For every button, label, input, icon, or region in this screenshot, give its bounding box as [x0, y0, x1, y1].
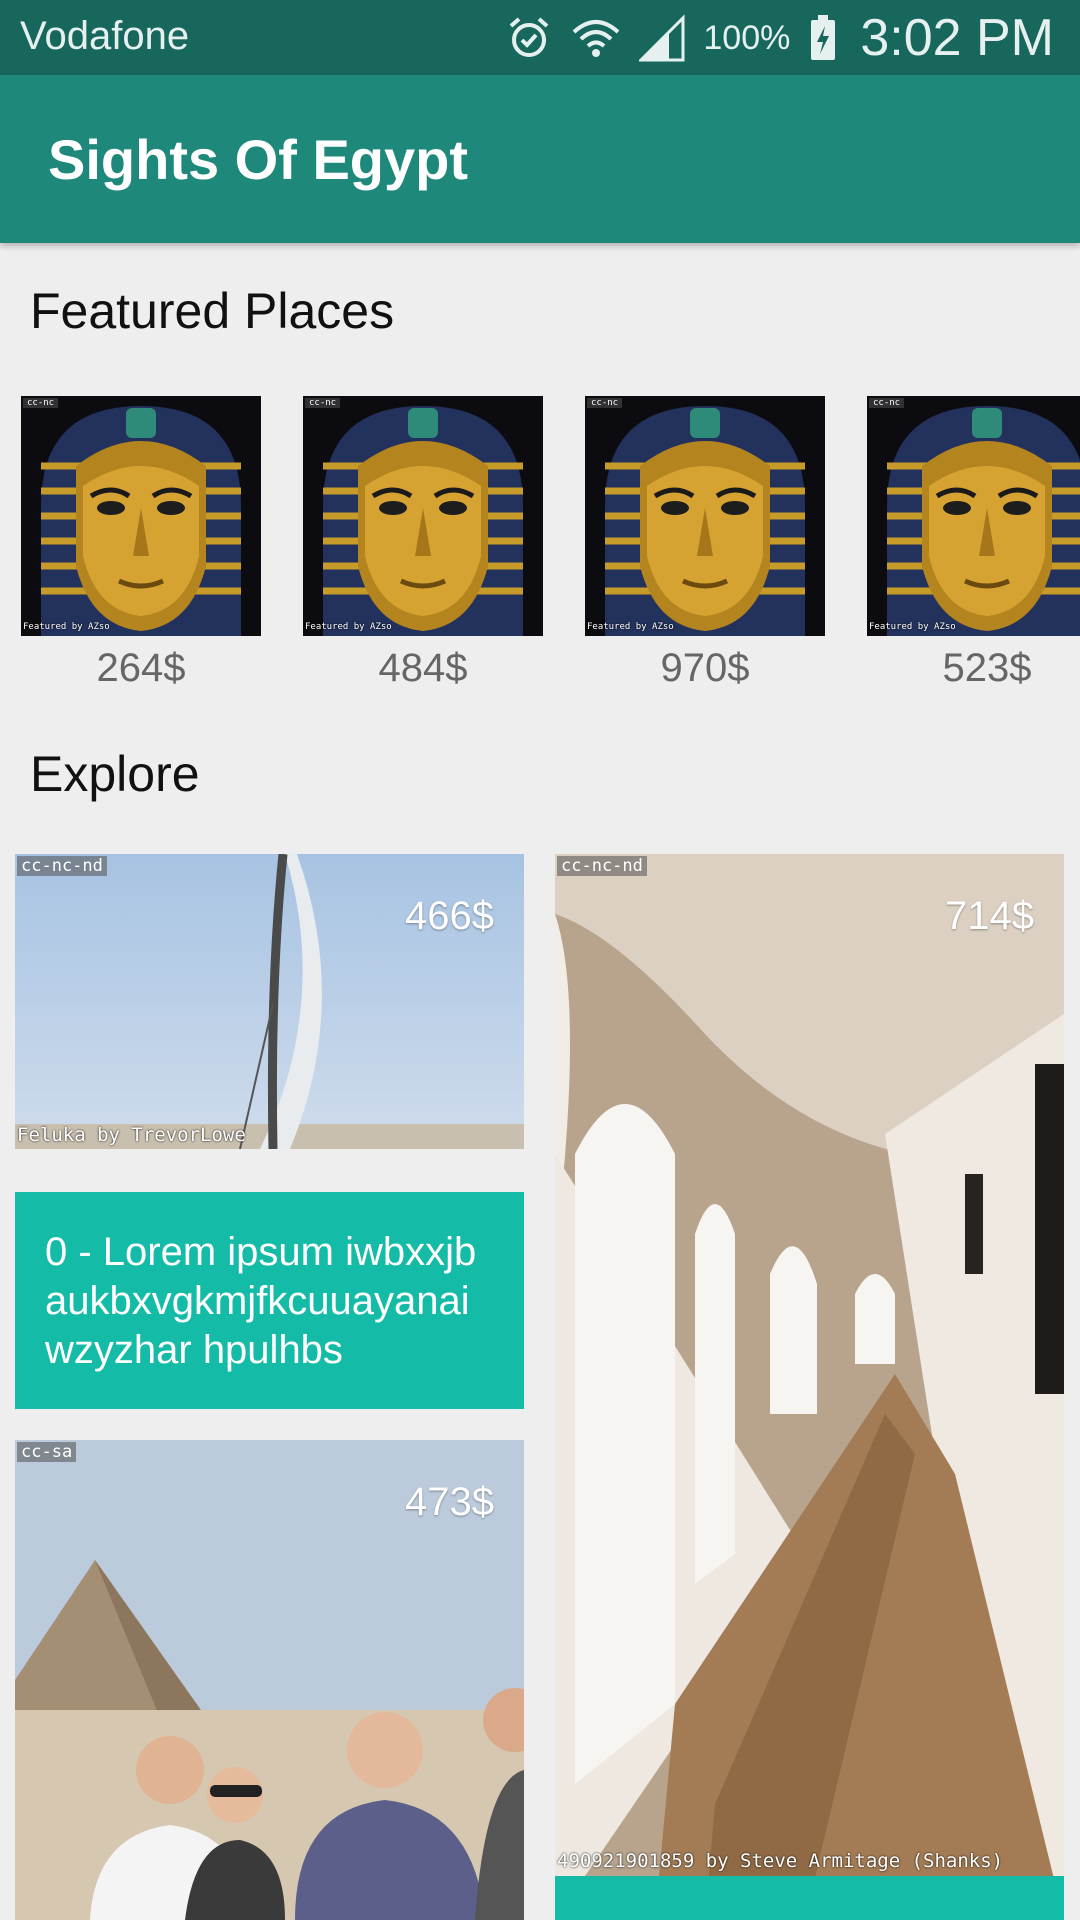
license-tag: cc-nc-nd	[17, 856, 107, 876]
card-price: 473$	[405, 1480, 494, 1524]
wifi-icon	[571, 14, 621, 62]
credit-tag: Featured by AZso	[23, 622, 110, 632]
featured-price: 523$	[942, 646, 1032, 690]
card-caption	[555, 1876, 1064, 1920]
featured-price: 484$	[378, 646, 468, 690]
credit-tag: 490921901859 by Steve Armitage (Shanks)	[557, 1850, 1004, 1872]
card-price: 714$	[945, 894, 1034, 938]
explore-card[interactable]: cc-nc-nd Feluka by TrevorLowe 466$ 0 - L…	[15, 854, 524, 1409]
featured-carousel[interactable]: cc-nc Featured by AZso 264$ cc-nc Featur…	[0, 396, 1080, 696]
license-tag: cc-nc	[587, 398, 623, 408]
license-tag: cc-nc	[305, 398, 341, 408]
battery-percent: 100%	[703, 18, 791, 57]
explore-card[interactable]: cc-nc-nd 490921901859 by Steve Armitage …	[555, 854, 1064, 1920]
pharaoh-mask-image	[21, 396, 261, 636]
featured-item[interactable]: cc-nc Featured by AZso 970$	[585, 396, 825, 691]
featured-price: 264$	[96, 646, 186, 690]
clock: 3:02 PM	[860, 9, 1054, 67]
app-title: Sights Of Egypt	[48, 128, 468, 191]
card-price: 466$	[405, 894, 494, 938]
arched-corridor-image	[555, 854, 1064, 1920]
credit-tag: Feluka by TrevorLowe	[17, 1124, 246, 1146]
explore-card[interactable]: cc-sa 473$	[15, 1440, 524, 1920]
pharaoh-mask-image	[867, 396, 1080, 636]
credit-tag: Featured by AZso	[305, 622, 392, 632]
featured-price: 970$	[660, 646, 750, 690]
license-tag: cc-sa	[17, 1442, 77, 1462]
license-tag: cc-nc	[869, 398, 905, 408]
alarm-icon	[505, 14, 553, 62]
status-bar: Vodafone 100% 3:02 PM	[0, 0, 1080, 75]
carrier-label: Vodafone	[20, 14, 190, 58]
card-caption: 0 - Lorem ipsum iwbxxjbaukbxvgkmjfkcuuay…	[15, 1192, 524, 1409]
featured-item[interactable]: cc-nc Featured by AZso 484$	[303, 396, 543, 691]
battery-charging-icon	[808, 14, 838, 62]
credit-tag: Featured by AZso	[869, 622, 956, 632]
featured-item[interactable]: cc-nc Featured by AZso 523$	[867, 396, 1080, 691]
signal-icon	[639, 14, 685, 62]
featured-item[interactable]: cc-nc Featured by AZso 264$	[21, 396, 261, 691]
license-tag: cc-nc-nd	[557, 856, 647, 876]
credit-tag: Featured by AZso	[587, 622, 674, 632]
app-bar: Sights Of Egypt	[0, 75, 1080, 243]
explore-heading: Explore	[30, 746, 200, 802]
pharaoh-mask-image	[585, 396, 825, 636]
license-tag: cc-nc	[23, 398, 59, 408]
featured-heading: Featured Places	[30, 283, 395, 339]
pharaoh-mask-image	[303, 396, 543, 636]
